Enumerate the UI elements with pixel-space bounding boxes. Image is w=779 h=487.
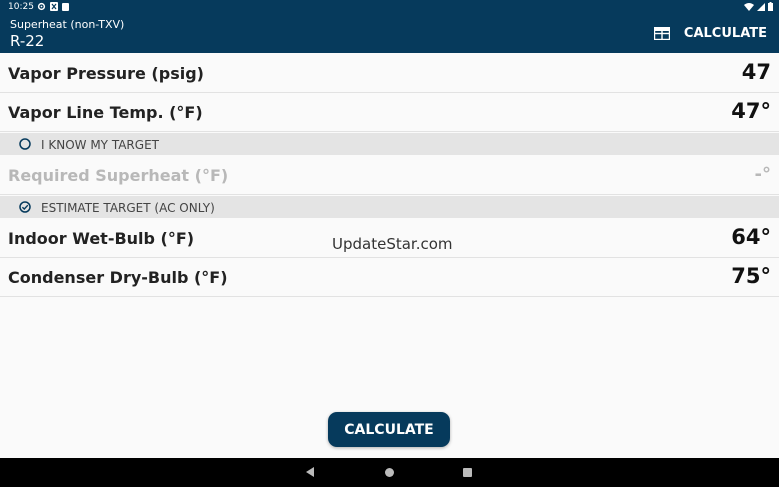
vapor-pressure-row[interactable]: Vapor Pressure (psig) 47 bbox=[0, 54, 779, 93]
section-label: ESTIMATE TARGET (AC ONLY) bbox=[41, 201, 215, 215]
status-left-icons bbox=[37, 2, 69, 11]
back-icon[interactable] bbox=[306, 467, 314, 477]
app-subtitle: Superheat (non-TXV) bbox=[10, 18, 125, 31]
row-label: Vapor Pressure (psig) bbox=[8, 64, 204, 83]
status-time: 10:25 bbox=[8, 2, 34, 12]
row-value: 64° bbox=[731, 225, 771, 249]
radio-checked-icon bbox=[19, 201, 31, 213]
required-superheat-row: Required Superheat (°F) -° bbox=[0, 156, 779, 195]
row-value: -° bbox=[754, 164, 771, 185]
clipboard-icon bbox=[62, 2, 69, 11]
row-label: Vapor Line Temp. (°F) bbox=[8, 103, 203, 122]
wifi-icon bbox=[744, 2, 754, 11]
x-box-icon bbox=[50, 2, 58, 11]
vapor-line-temp-row[interactable]: Vapor Line Temp. (°F) 47° bbox=[0, 93, 779, 132]
row-label: Required Superheat (°F) bbox=[8, 166, 229, 185]
app-title: R-22 bbox=[10, 32, 45, 50]
know-target-option[interactable]: I KNOW MY TARGET bbox=[0, 133, 779, 155]
estimate-target-option[interactable]: ESTIMATE TARGET (AC ONLY) bbox=[0, 196, 779, 218]
calculate-action-label: CALCULATE bbox=[683, 26, 767, 41]
section-label: I KNOW MY TARGET bbox=[41, 138, 159, 152]
gear-icon bbox=[37, 2, 46, 11]
row-value: 75° bbox=[731, 264, 771, 288]
row-label: Indoor Wet-Bulb (°F) bbox=[8, 229, 195, 248]
home-icon[interactable] bbox=[385, 468, 394, 477]
calculate-action-button[interactable]: CALCULATE bbox=[653, 26, 767, 41]
recents-icon[interactable] bbox=[463, 468, 472, 477]
app-bar: Superheat (non-TXV) R-22 CALCULATE bbox=[0, 14, 779, 53]
signal-icon bbox=[757, 2, 765, 11]
watermark-text: UpdateStar.com bbox=[332, 235, 453, 253]
condenser-dry-bulb-row[interactable]: Condenser Dry-Bulb (°F) 75° bbox=[0, 258, 779, 297]
row-value: 47 bbox=[741, 60, 771, 84]
row-label: Condenser Dry-Bulb (°F) bbox=[8, 268, 228, 287]
navigation-bar bbox=[0, 458, 779, 487]
status-bar: 10:25 bbox=[0, 0, 779, 14]
battery-icon bbox=[768, 2, 773, 11]
radio-unchecked-icon bbox=[19, 138, 31, 150]
calculate-button[interactable]: CALCULATE bbox=[328, 412, 450, 447]
row-value: 47° bbox=[731, 99, 771, 123]
table-icon bbox=[653, 27, 670, 40]
status-right-icons bbox=[744, 2, 773, 11]
